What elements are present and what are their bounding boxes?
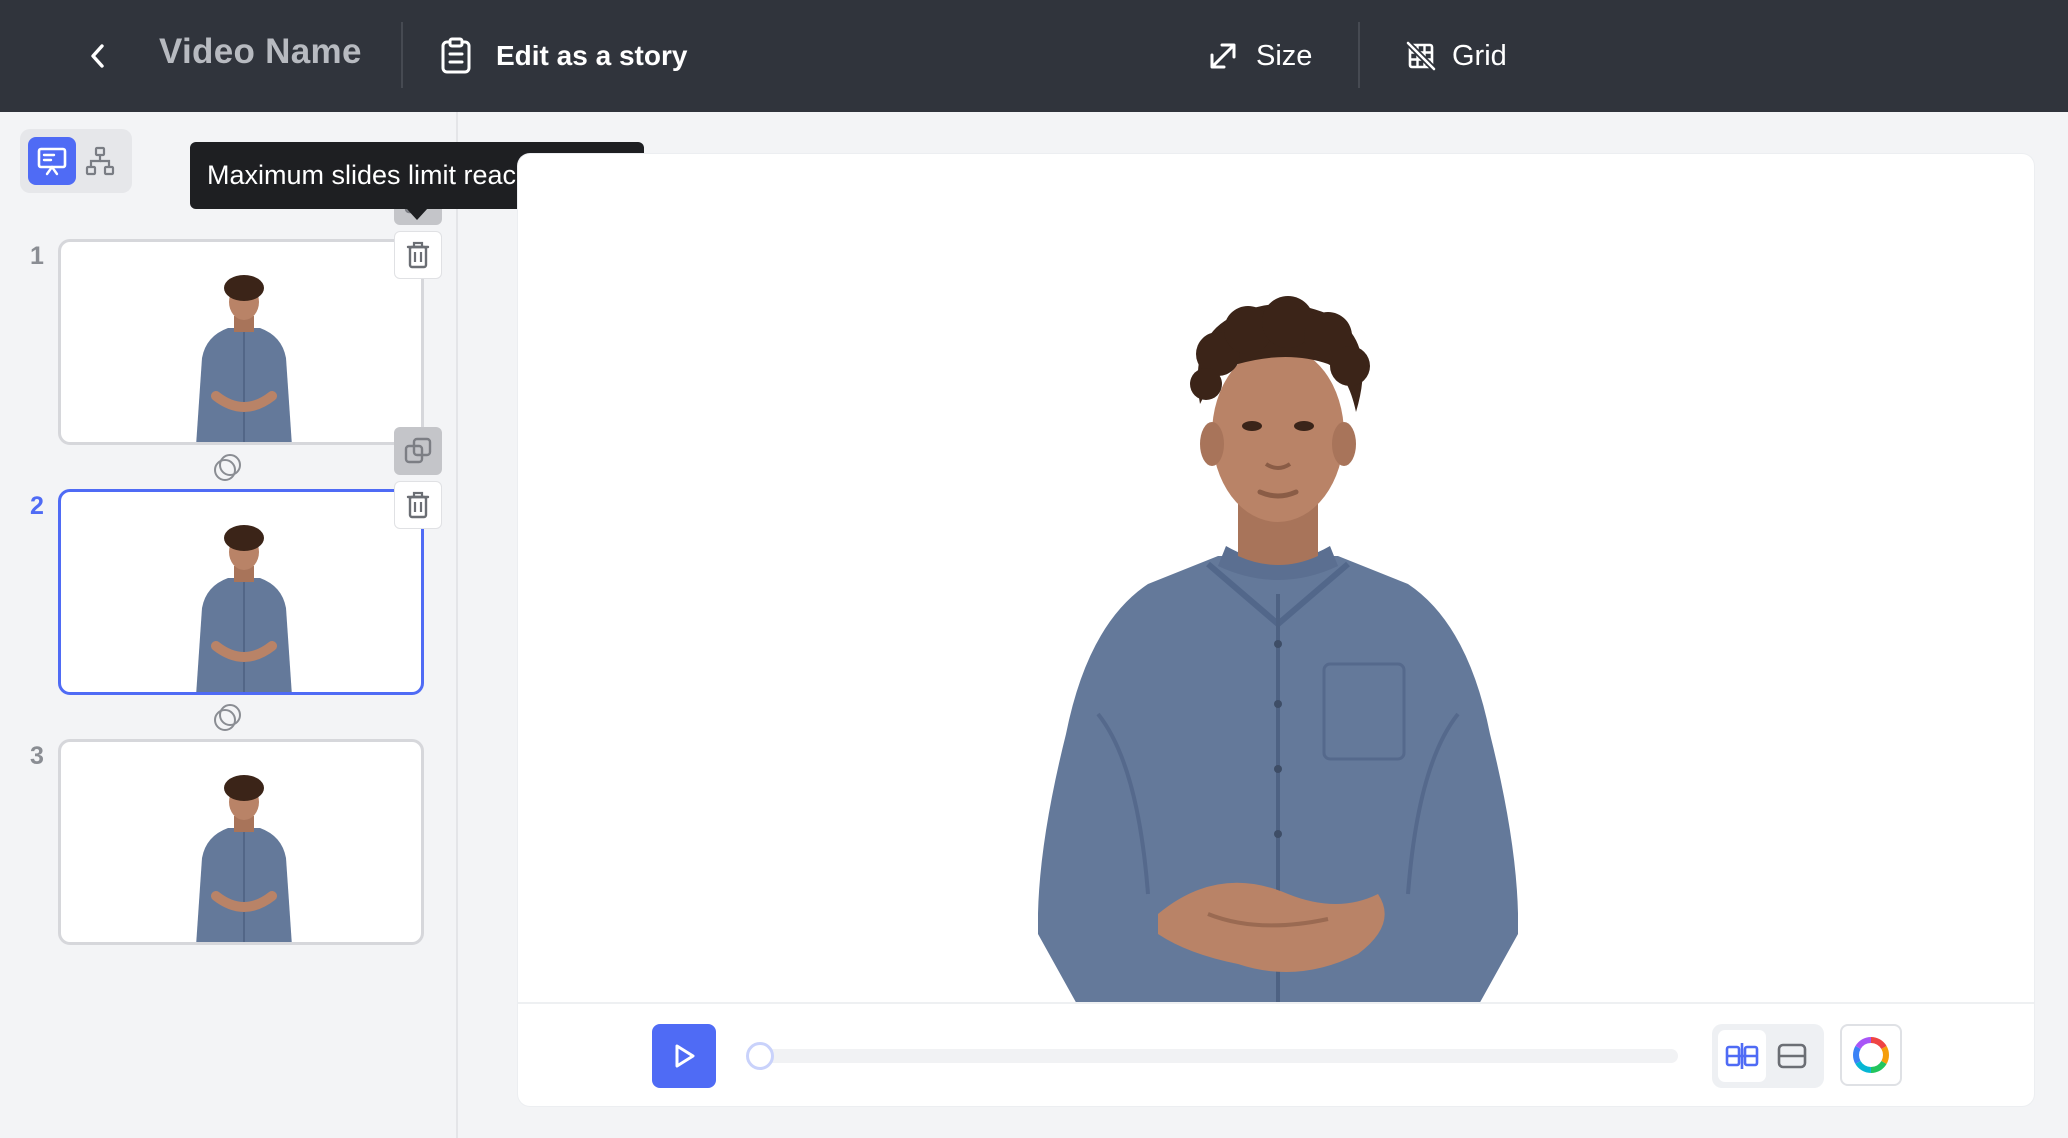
- size-label: Size: [1256, 39, 1313, 72]
- slide-number: 1: [30, 242, 44, 270]
- color-wheel-icon: [1853, 1037, 1889, 1073]
- slide-thumbnail-2[interactable]: [58, 489, 424, 695]
- slide-canvas[interactable]: [518, 154, 2034, 1004]
- video-name-title[interactable]: Video Name: [159, 32, 362, 72]
- delete-slide-button[interactable]: [394, 481, 442, 529]
- presenter-thumbnail: [196, 275, 292, 442]
- grid-label: Grid: [1452, 39, 1507, 72]
- stack-layout-button[interactable]: [1768, 1030, 1816, 1082]
- top-bar: Video Name Edit as a story Size Grid: [0, 0, 2068, 112]
- duplicate-slide-button[interactable]: [394, 427, 442, 475]
- slides-view-button[interactable]: [28, 137, 76, 185]
- tooltip-arrow: [406, 208, 428, 220]
- transition-circles-icon: [214, 704, 241, 731]
- toolbar-divider: [401, 22, 403, 88]
- presenter-thumbnail: [196, 525, 292, 692]
- slides-sidebar: 1 2 3: [0, 112, 458, 1138]
- presentation-icon: [37, 147, 67, 176]
- slide-thumbnail-3[interactable]: [58, 739, 424, 945]
- presenter-avatar[interactable]: [1038, 294, 1518, 1004]
- grid-off-icon: [1406, 41, 1436, 71]
- color-picker-button[interactable]: [1840, 1024, 1902, 1086]
- edit-as-story-label: Edit as a story: [496, 40, 688, 71]
- back-button[interactable]: [76, 30, 120, 82]
- trash-icon: [406, 491, 430, 519]
- slide-number: 3: [30, 742, 44, 770]
- grid-button[interactable]: Grid: [1406, 30, 1507, 82]
- copy-icon: [404, 437, 432, 464]
- split-layout-button[interactable]: [1718, 1030, 1766, 1082]
- split-layout-icon: [1725, 1043, 1759, 1069]
- slide-number: 2: [30, 492, 44, 520]
- timeline-scrubber[interactable]: [746, 1042, 1678, 1070]
- video-preview-card: [518, 154, 2034, 1106]
- layout-toggle: [1712, 1024, 1824, 1088]
- transition-circles-icon: [214, 454, 241, 481]
- delete-slide-button[interactable]: [394, 231, 442, 279]
- trash-icon: [406, 241, 430, 269]
- size-button[interactable]: Size: [1208, 30, 1312, 82]
- expand-diagonal-icon: [1210, 43, 1236, 69]
- view-mode-toggle: [20, 129, 132, 193]
- play-icon: [675, 1044, 695, 1068]
- chevron-left-icon: [91, 44, 104, 68]
- tree-view-button[interactable]: [76, 137, 124, 185]
- play-button[interactable]: [652, 1024, 716, 1088]
- hierarchy-icon: [85, 146, 115, 176]
- timeline-knob[interactable]: [746, 1042, 774, 1070]
- clipboard-icon: [441, 37, 471, 74]
- tooltip-text: Maximum slides limit reached: [207, 160, 562, 190]
- toolbar-divider: [1358, 22, 1360, 88]
- slide-thumbnail-1[interactable]: [58, 239, 424, 445]
- edit-as-story-button[interactable]: Edit as a story: [440, 30, 687, 82]
- presenter-thumbnail: [196, 775, 292, 942]
- slide-transition-button[interactable]: [212, 453, 242, 483]
- stack-layout-icon: [1777, 1043, 1807, 1069]
- slide-transition-button[interactable]: [212, 703, 242, 733]
